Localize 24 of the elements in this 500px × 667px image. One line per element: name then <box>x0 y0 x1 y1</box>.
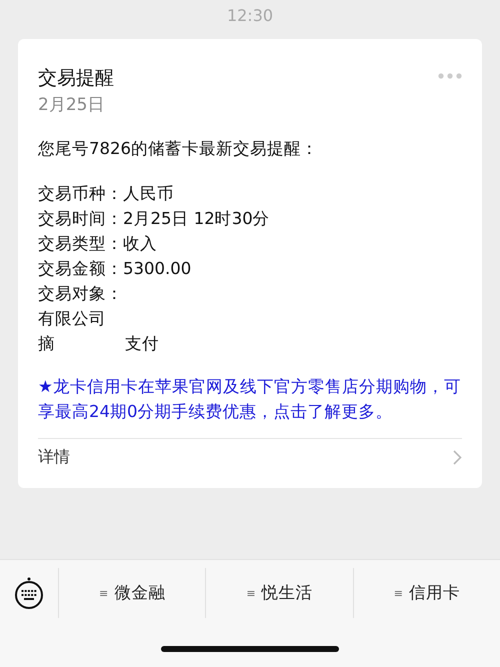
field-value: 收入 <box>123 233 157 255</box>
field-value: 人民币 <box>123 183 174 205</box>
details-label: 详情 <box>38 447 70 468</box>
menu-button[interactable]: ≡ 微金融 <box>58 568 206 618</box>
promo-link[interactable]: ★龙卡信用卡在苹果官网及线下官方零售店分期购物，可享最高24期0分期手续费优惠，点击了解更多。 <box>38 374 462 424</box>
field-value: 5300.00 <box>123 258 192 280</box>
menu-button[interactable]: ≡ 悦生活 <box>205 568 353 618</box>
field-label: 交易对象： <box>38 283 123 305</box>
field-value: 支付 <box>125 333 159 355</box>
field-label: 交易币种： <box>38 183 123 205</box>
menu-button[interactable]: ≡ 信用卡 <box>352 568 500 618</box>
details-row[interactable]: 详情 <box>38 439 462 468</box>
message-time: 12:30 <box>226 6 274 25</box>
field-label: 交易时间： <box>38 208 123 230</box>
chevron-right-icon <box>453 450 462 465</box>
message-date: 2月25日 <box>38 94 106 116</box>
field-label: 交易金额： <box>38 258 123 280</box>
field-label: 交易类型： <box>38 233 123 255</box>
keyboard-icon[interactable] <box>14 577 44 609</box>
field-value: 有限公司 <box>38 308 106 330</box>
message-title: 交易提醒 <box>38 66 114 91</box>
field-label: 摘 <box>38 333 55 355</box>
message-intro: 您尾号7826的储蓄卡最新交易提醒： <box>38 138 319 160</box>
field-value: 2月25日 12时30分 <box>123 208 270 230</box>
